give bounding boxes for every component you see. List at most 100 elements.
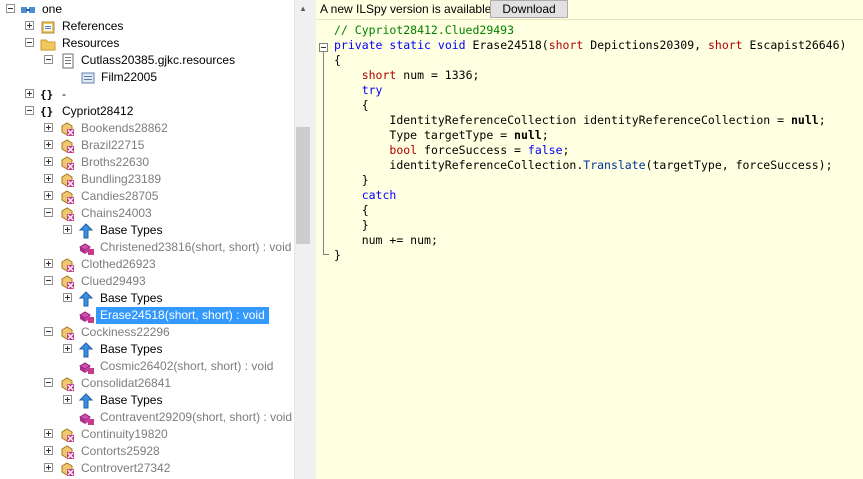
fold-collapse-icon[interactable] <box>319 43 328 52</box>
download-button[interactable]: Download <box>490 0 568 18</box>
class-icon <box>59 461 75 477</box>
tree-node-method[interactable]: Contravent29209(short, short) : void <box>0 409 294 426</box>
tree-node-label: Consolidat26841 <box>81 376 172 390</box>
resource-entry-icon <box>80 70 96 86</box>
code-line: { <box>361 98 369 112</box>
expand-toggle[interactable] <box>44 463 53 472</box>
collapse-toggle[interactable] <box>25 106 34 115</box>
code-line: short num = 1336; <box>361 68 480 82</box>
tree-node-label: Base Types <box>100 393 163 407</box>
tree-node-label: Continuity19820 <box>81 427 168 441</box>
tree-node-label: Contorts25928 <box>81 444 160 458</box>
class-icon <box>59 155 75 171</box>
expand-toggle[interactable] <box>44 174 53 183</box>
collapse-toggle[interactable] <box>44 327 53 336</box>
tree-node-namespace-cypriot[interactable]: {} Cypriot28412 <box>0 103 294 120</box>
tree-node-resources[interactable]: Resources <box>0 35 294 52</box>
expand-toggle[interactable] <box>44 157 53 166</box>
collapse-toggle[interactable] <box>44 378 53 387</box>
tree-node-class[interactable]: Bookends28862 <box>0 120 294 137</box>
tree-node-label: Base Types <box>100 291 163 305</box>
collapse-toggle[interactable] <box>6 4 15 13</box>
tree-node-resource-file[interactable]: Cutlass20385.gjkc.resources <box>0 52 294 69</box>
tree-node-class[interactable]: Continuity19820 <box>0 426 294 443</box>
tree-node-method-selected[interactable]: Erase24518(short, short) : void <box>0 307 294 324</box>
expand-toggle[interactable] <box>44 429 53 438</box>
base-types-arrow-icon <box>78 393 94 409</box>
expand-toggle[interactable] <box>44 446 53 455</box>
tree-node-label: Resources <box>62 36 120 50</box>
assembly-tree[interactable]: one References Resources Cutlass20385.gj… <box>0 0 311 479</box>
collapse-toggle[interactable] <box>44 208 53 217</box>
namespace-icon: {} <box>40 105 54 118</box>
code-line: bool forceSuccess = false; <box>389 143 570 157</box>
expand-toggle[interactable] <box>44 123 53 132</box>
code-comment: // Cypriot28412.Clued29493 <box>334 23 515 37</box>
tree-node-references[interactable]: References <box>0 18 294 35</box>
tree-node-label: Broths22630 <box>81 155 150 169</box>
class-icon <box>59 206 75 222</box>
class-icon <box>59 274 75 290</box>
expand-toggle[interactable] <box>25 21 34 30</box>
class-icon <box>59 427 75 443</box>
scrollbar-thumb[interactable] <box>296 127 310 244</box>
tree-node-base-types[interactable]: Base Types <box>0 222 294 239</box>
class-icon <box>59 172 75 188</box>
expand-toggle[interactable] <box>44 259 53 268</box>
tree-node-class[interactable]: Consolidat26841 <box>0 375 294 392</box>
tree-node-label: Christened23816(short, short) : void <box>100 240 292 254</box>
tree-node-label: Erase24518(short, short) : void <box>96 307 269 324</box>
tree-node-class[interactable]: Controvert27342 <box>0 460 294 477</box>
tree-node-base-types[interactable]: Base Types <box>0 290 294 307</box>
scroll-up-arrow-icon[interactable]: ▲ <box>295 0 311 17</box>
tree-node-class[interactable]: Candies28705 <box>0 188 294 205</box>
base-types-arrow-icon <box>78 291 94 307</box>
tree-node-resource-entry[interactable]: Film22005 <box>0 69 294 86</box>
method-icon <box>78 410 94 426</box>
code-line: catch <box>361 188 397 202</box>
collapse-toggle[interactable] <box>25 38 34 47</box>
code-line: } <box>361 173 369 187</box>
tree-node-class[interactable]: Clothed26923 <box>0 256 294 273</box>
tree-node-label: Cockiness22296 <box>81 325 170 339</box>
folder-icon <box>40 36 56 52</box>
tree-node-class[interactable]: Clued29493 <box>0 273 294 290</box>
code-line: IdentityReferenceCollection identityRefe… <box>389 113 826 127</box>
tree-node-class[interactable]: Cockiness22296 <box>0 324 294 341</box>
class-icon <box>59 376 75 392</box>
code-line: try <box>361 83 383 97</box>
tree-node-label: - <box>62 87 66 101</box>
expand-toggle[interactable] <box>63 344 72 353</box>
collapse-toggle[interactable] <box>44 55 53 64</box>
expand-toggle[interactable] <box>44 140 53 149</box>
tree-node-class[interactable]: Broths22630 <box>0 154 294 171</box>
tree-vertical-scrollbar[interactable]: ▲ <box>294 0 311 479</box>
update-message: A new ILSpy version is available. <box>320 2 495 16</box>
tree-node-method[interactable]: Cosmic26402(short, short) : void <box>0 358 294 375</box>
expand-toggle[interactable] <box>44 191 53 200</box>
expand-toggle[interactable] <box>63 225 72 234</box>
expand-toggle[interactable] <box>63 395 72 404</box>
tree-node-base-types[interactable]: Base Types <box>0 341 294 358</box>
code-line: { <box>334 53 341 67</box>
tree-node-class[interactable]: Chains24003 <box>0 205 294 222</box>
tree-node-class[interactable]: Brazil22715 <box>0 137 294 154</box>
tree-node-namespace-empty[interactable]: {} - <box>0 86 294 103</box>
tree-node-label: Cosmic26402(short, short) : void <box>100 359 274 373</box>
assembly-icon <box>20 2 36 18</box>
tree-node-one[interactable]: one <box>0 1 294 18</box>
collapse-toggle[interactable] <box>44 276 53 285</box>
code-view[interactable]: // Cypriot28412.Clued29493 private stati… <box>316 20 863 479</box>
tree-node-method[interactable]: Christened23816(short, short) : void <box>0 239 294 256</box>
base-types-arrow-icon <box>78 342 94 358</box>
base-types-arrow-icon <box>78 223 94 239</box>
update-banner: A new ILSpy version is available. Downlo… <box>316 0 863 20</box>
expand-toggle[interactable] <box>63 293 72 302</box>
tree-node-class[interactable]: Bundling23189 <box>0 171 294 188</box>
code-line: identityReferenceCollection.Translate(ta… <box>389 158 833 172</box>
tree-node-class[interactable]: Contorts25928 <box>0 443 294 460</box>
tree-node-label: Bundling23189 <box>81 172 162 186</box>
tree-node-base-types[interactable]: Base Types <box>0 392 294 409</box>
expand-toggle[interactable] <box>25 89 34 98</box>
class-icon <box>59 121 75 137</box>
